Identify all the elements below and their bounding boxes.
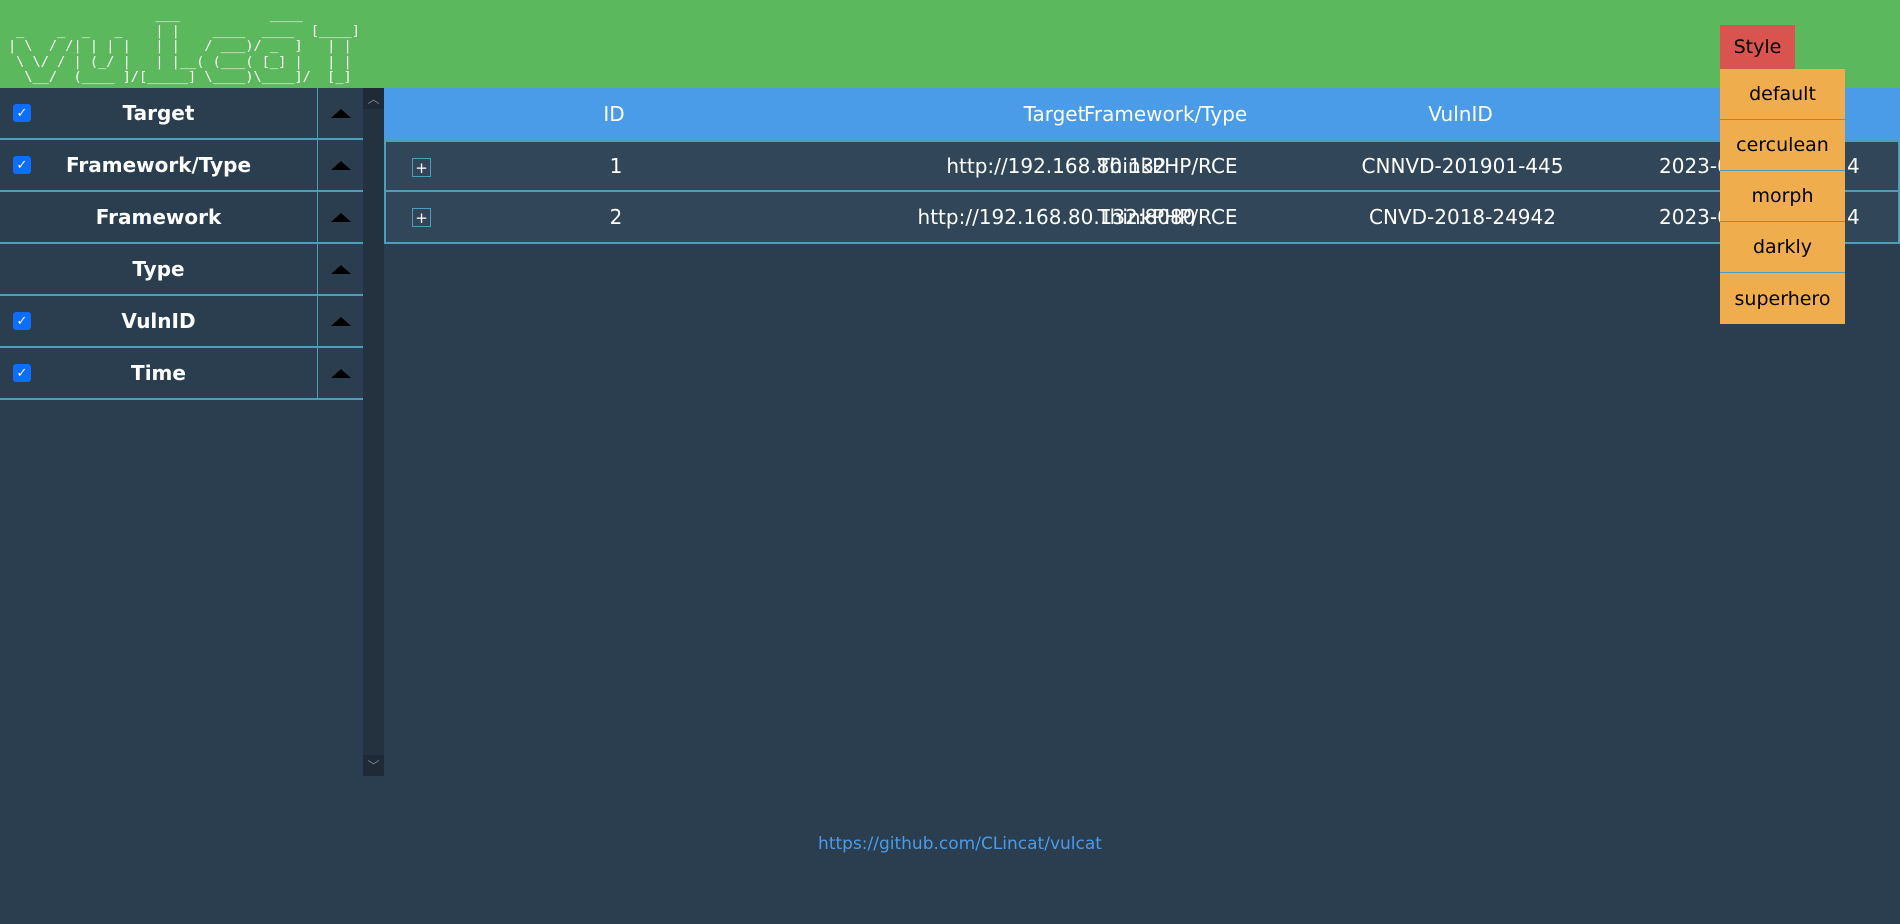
cell-framework-type: ThinkPHP/RCE — [1097, 154, 1238, 178]
sort-button[interactable] — [317, 140, 363, 190]
sidebar-scrollbar[interactable]: ︿ ﹀ — [363, 88, 384, 776]
header-bar: ___ ____ _ _ _ _ | | ____ ____ [____] | … — [0, 0, 1900, 88]
sidebar-item-label: VulnID — [121, 309, 196, 333]
cell-id: 2 — [609, 205, 623, 229]
scroll-down-icon[interactable]: ﹀ — [363, 755, 384, 776]
style-option-morph[interactable]: morph — [1720, 171, 1845, 222]
triangle-up-icon — [330, 264, 351, 274]
results-table: ID Target Framework/Type VulnID + 1 http… — [384, 88, 1900, 244]
column-header-vulnid[interactable]: VulnID — [1428, 88, 1493, 140]
column-filter-sidebar: ✓ Target ✓ Framework/Type Framework Type… — [0, 88, 363, 400]
sidebar-item-label: Time — [131, 361, 186, 385]
sidebar-item-label: Framework/Type — [65, 153, 252, 177]
style-option-darkly[interactable]: darkly — [1720, 222, 1845, 273]
style-option-superhero[interactable]: superhero — [1720, 273, 1845, 324]
sidebar-item-framework: Framework — [0, 192, 363, 244]
triangle-up-icon — [330, 160, 351, 170]
sidebar-item-vulnid: ✓ VulnID — [0, 296, 363, 348]
cell-target: http://192.168.80.132:8080 — [917, 205, 1196, 229]
vulcat-logo: ___ ____ _ _ _ _ | | ____ ____ [____] | … — [8, 7, 360, 85]
sort-button[interactable] — [317, 296, 363, 346]
style-option-default[interactable]: default — [1720, 69, 1845, 120]
cell-vulnid: CNNVD-201901-445 — [1361, 154, 1564, 178]
sidebar-item-label: Type — [132, 257, 185, 281]
column-header-target[interactable]: Target — [1024, 88, 1086, 140]
sort-button[interactable] — [317, 348, 363, 398]
sidebar-item-target: ✓ Target — [0, 88, 363, 140]
sort-button[interactable] — [317, 192, 363, 242]
expand-row-button[interactable]: + — [412, 208, 431, 227]
style-dropdown-menu: default cerculean morph darkly superhero — [1720, 69, 1845, 324]
cell-time-end: 4 — [1847, 205, 1860, 229]
sidebar-item-type: Type — [0, 244, 363, 296]
cell-time-end: 4 — [1847, 154, 1860, 178]
table-header: ID Target Framework/Type VulnID — [384, 88, 1900, 140]
style-option-cerculean[interactable]: cerculean — [1720, 120, 1845, 171]
sort-button[interactable] — [317, 88, 363, 138]
table-row[interactable]: + 2 http://192.168.80.132:8080 ThinkPHP/… — [384, 192, 1900, 244]
cell-framework-type: ThinkPHP/RCE — [1097, 205, 1238, 229]
table-row[interactable]: + 1 http://192.168.80.132 ThinkPHP/RCE C… — [384, 140, 1900, 192]
expand-row-button[interactable]: + — [412, 158, 431, 177]
triangle-up-icon — [330, 108, 351, 118]
column-header-framework-type[interactable]: Framework/Type — [1084, 88, 1247, 140]
github-link[interactable]: https://github.com/CLincat/vulcat — [0, 834, 1900, 854]
cell-target: http://192.168.80.132 — [946, 154, 1167, 178]
sidebar-item-label: Target — [122, 101, 195, 125]
triangle-up-icon — [330, 316, 351, 326]
cell-id: 1 — [609, 154, 623, 178]
sidebar-item-time: ✓ Time — [0, 348, 363, 400]
sort-button[interactable] — [317, 244, 363, 294]
triangle-up-icon — [330, 368, 351, 378]
style-button[interactable]: Style — [1720, 25, 1795, 69]
sidebar-item-framework-type: ✓ Framework/Type — [0, 140, 363, 192]
sidebar-item-label: Framework — [95, 205, 222, 229]
cell-vulnid: CNVD-2018-24942 — [1369, 205, 1556, 229]
triangle-up-icon — [330, 212, 351, 222]
scroll-up-icon[interactable]: ︿ — [363, 88, 384, 109]
column-header-id[interactable]: ID — [514, 88, 714, 140]
